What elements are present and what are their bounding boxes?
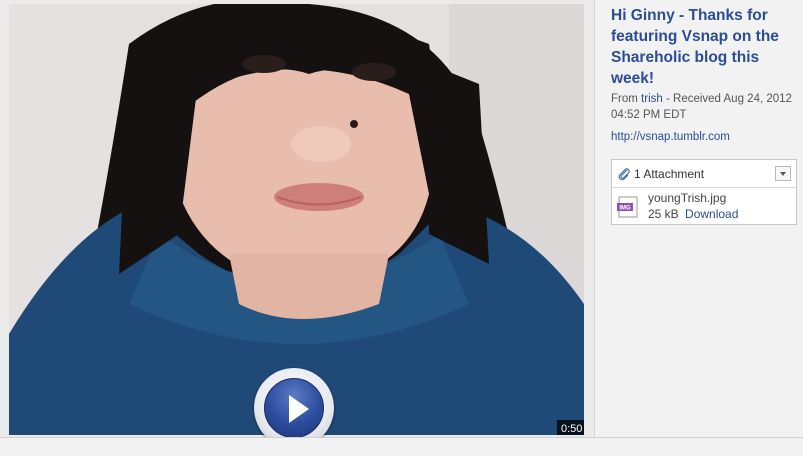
from-label: From: [611, 93, 638, 105]
bottom-bar: [0, 437, 803, 456]
image-file-icon: IMG: [617, 196, 638, 218]
video-duration: 0:50: [557, 420, 584, 435]
play-icon: [289, 395, 309, 423]
received-text: - Received Aug 24, 2012 04:52 PM EDT: [611, 93, 792, 121]
attachments-header: 1 Attachment: [612, 160, 796, 188]
attachment-size-line: 25 kB Download: [648, 207, 738, 221]
video-frame: 0:50: [0, 0, 595, 448]
paperclip-icon: [618, 168, 630, 181]
message-title: Hi Ginny - Thanks for featuring Vsnap on…: [611, 7, 779, 87]
message-meta: From trish - Received Aug 24, 2012 04:52…: [611, 91, 799, 123]
attachment-size: 25 kB: [648, 207, 679, 221]
message-panel: Hi Ginny - Thanks for featuring Vsnap on…: [600, 0, 803, 437]
attachments-menu-button[interactable]: [775, 166, 791, 181]
sender-link[interactable]: trish: [641, 93, 663, 105]
chevron-down-icon: [780, 172, 786, 176]
attachments-count: 1 Attachment: [634, 167, 705, 181]
message-link-line: http://vsnap.tumblr.com: [611, 131, 730, 143]
attachment-filename: youngTrish.jpg: [648, 191, 727, 205]
attachments-box: 1 Attachment IMG youngTrish.jpg 25 kB Do…: [611, 159, 797, 225]
file-type-badge: IMG: [619, 206, 631, 212]
play-button-face: [264, 378, 324, 438]
download-link[interactable]: Download: [685, 207, 738, 221]
vsnap-link[interactable]: http://vsnap.tumblr.com: [611, 131, 730, 143]
play-button[interactable]: [254, 368, 334, 448]
attachment-item: IMG youngTrish.jpg 25 kB Download: [612, 188, 796, 225]
